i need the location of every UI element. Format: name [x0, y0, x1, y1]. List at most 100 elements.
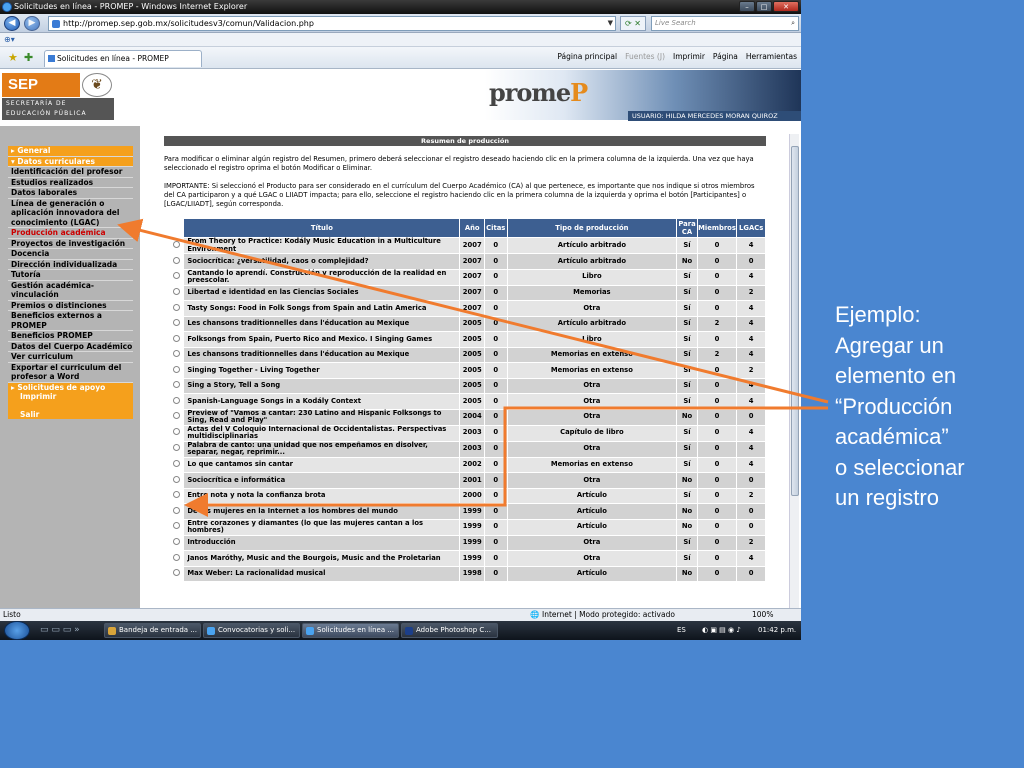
taskbar-button-promep[interactable]: Solicitudes en línea ... — [302, 623, 399, 638]
row-select-cell[interactable] — [168, 237, 185, 254]
favorites-star-icon[interactable]: ★ — [8, 51, 18, 64]
row-radio[interactable] — [173, 460, 181, 467]
table-row[interactable]: Les chansons traditionnelles dans l'éduc… — [168, 346, 766, 363]
browser-tab[interactable]: Solicitudes en línea - PROMEP — [44, 50, 202, 67]
row-radio[interactable] — [173, 522, 181, 530]
table-row[interactable]: Spanish-Language Songs in a Kodály Conte… — [168, 393, 766, 410]
lang-indicator[interactable]: ES — [677, 621, 686, 640]
column-header[interactable]: Citas — [484, 218, 508, 238]
row-radio[interactable] — [173, 396, 181, 404]
address-bar[interactable]: http://promep.sep.gob.mx/solicitudesv3/c… — [48, 16, 616, 31]
row-radio[interactable] — [173, 569, 181, 576]
table-row[interactable]: Introducción 1999 0 Otra Sí 0 2 — [168, 534, 766, 551]
refresh-button[interactable]: ⟳ ✕ — [620, 16, 646, 31]
row-radio[interactable] — [173, 365, 181, 373]
row-select-cell[interactable] — [168, 284, 185, 301]
row-select-cell[interactable] — [168, 565, 185, 582]
row-radio[interactable] — [173, 256, 181, 264]
row-select-cell[interactable] — [168, 487, 185, 504]
row-select-cell[interactable] — [168, 253, 185, 270]
column-header[interactable]: Miembros — [696, 218, 738, 238]
row-radio[interactable] — [173, 412, 181, 420]
scroll-thumb[interactable] — [791, 146, 799, 496]
row-radio[interactable] — [173, 506, 181, 514]
menu-item[interactable]: Premios o distinciones — [8, 301, 133, 311]
search-icon[interactable]: ⌕ — [791, 17, 795, 30]
table-row[interactable]: From Theory to Practice: Kodály Music Ed… — [168, 237, 766, 254]
row-select-cell[interactable] — [168, 377, 185, 394]
row-select-cell[interactable] — [168, 268, 185, 286]
table-row[interactable]: Janos Maróthy, Music and the Bourgois, M… — [168, 550, 766, 567]
tray-icons[interactable]: ◐ ▣ ▤ ◉ ♪ — [702, 621, 741, 640]
table-row[interactable]: Palabra de canto: una unidad que nos emp… — [168, 440, 766, 458]
table-row[interactable]: Libertad e identidad en las Ciencias Soc… — [168, 284, 766, 301]
minimize-button[interactable]: – — [739, 1, 755, 12]
row-radio[interactable] — [173, 428, 181, 436]
menu-item[interactable]: Estudios realizados — [8, 178, 133, 188]
menu-item[interactable]: Beneficios PROMEP — [8, 331, 133, 342]
row-radio[interactable] — [173, 319, 181, 326]
menu-solicitudes-apoyo[interactable]: ▸ Solicitudes de apoyo — [8, 382, 133, 392]
scrollbar[interactable] — [789, 134, 799, 608]
row-radio[interactable] — [173, 272, 181, 280]
search-input[interactable]: Live Search ⌕ — [651, 16, 799, 31]
table-row[interactable]: Tasty Songs: Food in Folk Songs from Spa… — [168, 300, 766, 317]
table-row[interactable]: Entre corazones y diamantes (lo que las … — [168, 518, 766, 536]
table-row[interactable]: Lo que cantamos sin cantar 2002 0 Memorias … — [168, 456, 766, 473]
table-row[interactable]: Actas del V Coloquio Internacional de Oc… — [168, 424, 766, 442]
row-select-cell[interactable] — [168, 503, 185, 520]
forward-icon[interactable]: ▶ — [24, 16, 40, 31]
table-row[interactable]: Sociocrítica: ¿versatilidad, caos o comp… — [168, 253, 766, 270]
column-header[interactable]: Año — [459, 218, 485, 238]
row-radio[interactable] — [173, 444, 181, 452]
row-select-cell[interactable] — [168, 518, 185, 536]
table-row[interactable]: Singing Together - Living Together 2005 0 M… — [168, 362, 766, 379]
start-button[interactable] — [4, 621, 30, 640]
row-select-cell[interactable] — [168, 424, 185, 442]
menu-imprimir[interactable]: Imprimir — [8, 392, 133, 402]
page-menu-button[interactable]: Página — [713, 52, 738, 61]
home-button[interactable]: Página principal — [557, 52, 617, 61]
menu-item[interactable]: Ver curriculum — [8, 352, 133, 363]
menu-item[interactable]: Datos laborales — [8, 188, 133, 199]
row-radio[interactable] — [173, 538, 181, 545]
feeds-button[interactable]: Fuentes (J) — [625, 52, 665, 61]
menu-item[interactable]: Datos del Cuerpo Académico — [8, 342, 133, 352]
taskbar-button-mail[interactable]: Bandeja de entrada ... — [104, 623, 201, 638]
row-select-cell[interactable] — [168, 408, 185, 426]
table-row[interactable]: Preview of "Vamos a cantar: 230 Latino a… — [168, 408, 766, 426]
row-radio[interactable] — [173, 288, 181, 295]
row-radio[interactable] — [173, 491, 181, 498]
menu-datos-curriculares[interactable]: ▾ Datos curriculares — [8, 156, 133, 167]
quick-launch-icons[interactable]: ▭ ▭ ▭ » — [40, 625, 80, 635]
table-row[interactable]: Folksongs from Spain, Puerto Rico and Me… — [168, 331, 766, 348]
taskbar-button-ie[interactable]: Convocatorias y soli... — [203, 623, 300, 638]
table-row[interactable]: Les chansons traditionnelles dans l'éduc… — [168, 315, 766, 332]
table-row[interactable]: De las mujeres en la Internet a los homb… — [168, 503, 766, 520]
taskbar-button-photoshop[interactable]: Adobe Photoshop C... — [401, 623, 498, 638]
close-button[interactable]: ✕ — [773, 1, 799, 12]
table-row[interactable]: Entre nota y nota la confianza brota 2000… — [168, 487, 766, 504]
table-row[interactable]: Sing a Story, Tell a Song 2005 0 Otra Sí 0 4 — [168, 377, 766, 394]
row-select-cell[interactable] — [168, 534, 185, 551]
row-radio[interactable] — [173, 475, 181, 483]
menu-item[interactable]: Proyectos de investigación — [8, 239, 133, 249]
menu-item[interactable]: Identificación del profesor — [8, 167, 133, 178]
menu-item[interactable]: Exportar el curriculum del profesor a Wo… — [8, 363, 133, 383]
zoom-level[interactable]: 100% — [752, 609, 773, 621]
row-radio[interactable] — [173, 381, 181, 388]
row-select-cell[interactable] — [168, 362, 185, 379]
menu-item[interactable]: Tutoría — [8, 270, 133, 281]
menu-item[interactable]: Línea de generación o aplicación innovad… — [8, 199, 133, 228]
row-select-cell[interactable] — [168, 300, 185, 317]
row-select-cell[interactable] — [168, 550, 185, 567]
menu-general[interactable]: ▸ General — [8, 146, 133, 157]
row-radio[interactable] — [173, 303, 181, 311]
column-header[interactable]: Título — [183, 218, 461, 238]
row-radio[interactable] — [173, 350, 181, 357]
chevron-down-icon[interactable]: ▼ — [608, 17, 613, 30]
tools-menu-button[interactable]: Herramientas — [746, 52, 797, 61]
row-select-cell[interactable] — [168, 346, 185, 363]
row-select-cell[interactable] — [168, 440, 185, 458]
maximize-button[interactable]: □ — [756, 1, 772, 12]
